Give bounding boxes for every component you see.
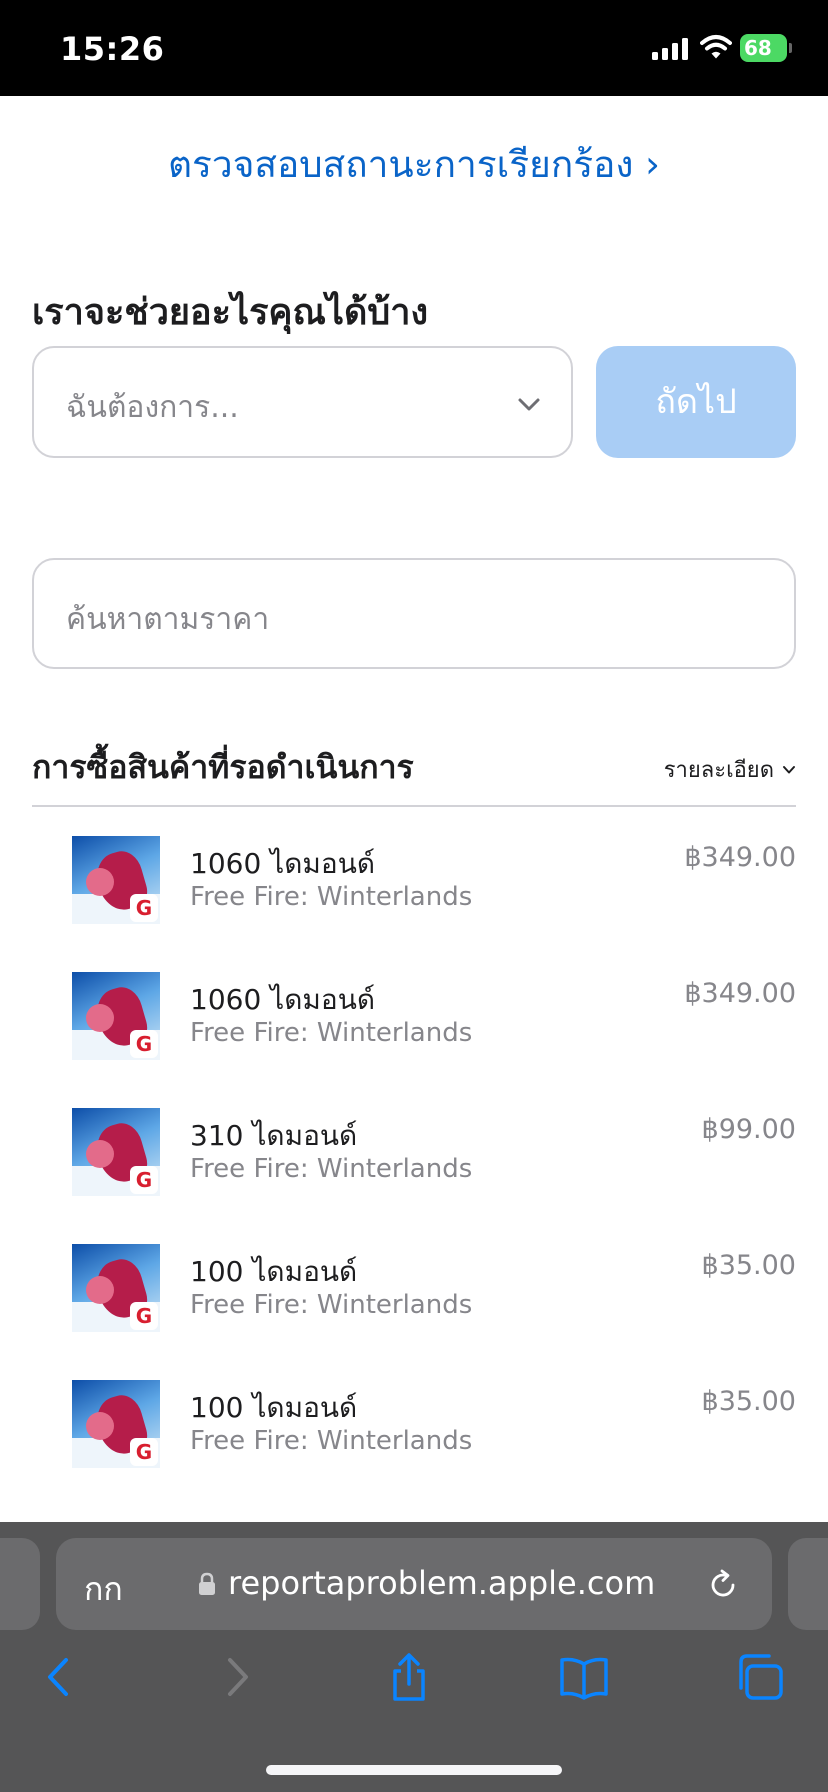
check-claim-status-link[interactable]: ตรวจสอบสถานะการเรียกร้อง › — [0, 135, 828, 194]
item-name: 1060 ไดมอนด์ — [190, 847, 376, 880]
details-label: รายละเอียด — [663, 758, 774, 783]
bookmarks-icon[interactable] — [559, 1652, 609, 1702]
purchase-row[interactable]: G 1060 ไดมอนด์ Free Fire: Winterlands ฿3… — [0, 972, 828, 1108]
forward-icon[interactable] — [212, 1652, 262, 1702]
item-app: Free Fire: Winterlands — [190, 1018, 473, 1048]
purchase-row[interactable]: G 1060 ไดมอนด์ Free Fire: Winterlands ฿3… — [0, 836, 828, 972]
item-name: 310 ไดมอนด์ — [190, 1119, 358, 1152]
text-size-button[interactable]: กก — [84, 1564, 123, 1615]
app-icon: G — [72, 1244, 160, 1332]
status-time: 15:26 — [60, 30, 165, 68]
chevron-down-icon — [783, 765, 795, 773]
item-price: ฿349.00 — [684, 842, 796, 873]
next-tab-preview[interactable] — [788, 1538, 828, 1630]
url-text: reportaproblem.apple.com — [228, 1564, 656, 1602]
item-price: ฿35.00 — [701, 1250, 796, 1281]
item-price: ฿349.00 — [684, 978, 796, 1009]
lock-icon — [199, 1572, 215, 1595]
item-name: 100 ไดมอนด์ — [190, 1255, 358, 1288]
tabs-icon[interactable] — [735, 1652, 785, 1702]
share-icon[interactable] — [384, 1652, 434, 1702]
reload-icon[interactable] — [706, 1568, 740, 1602]
purchase-row[interactable]: G 100 ไดมอนด์ Free Fire: Winterlands ฿35… — [0, 1244, 828, 1380]
purchase-row[interactable]: G 310 ไดมอนด์ Free Fire: Winterlands ฿99… — [0, 1108, 828, 1244]
app-icon: G — [72, 972, 160, 1060]
help-heading: เราจะช่วยอะไรคุณได้บ้าง — [32, 292, 429, 333]
price-search-placeholder: ค้นหาตามราคา — [66, 602, 270, 637]
address-bar[interactable]: กก reportaproblem.apple.com — [56, 1538, 772, 1630]
item-app: Free Fire: Winterlands — [190, 1426, 473, 1456]
item-app: Free Fire: Winterlands — [190, 1154, 473, 1184]
divider — [32, 805, 796, 807]
request-type-select[interactable]: ฉันต้องการ... — [32, 346, 573, 458]
price-search-input[interactable]: ค้นหาตามราคา — [32, 558, 796, 669]
cellular-signal-icon — [652, 38, 688, 60]
app-icon: G — [72, 1108, 160, 1196]
item-name: 1060 ไดมอนด์ — [190, 983, 376, 1016]
battery-charging-icon: 68 — [740, 34, 792, 62]
back-icon[interactable] — [34, 1652, 84, 1702]
pending-purchases-title: การซื้อสินค้าที่รอดำเนินการ — [32, 748, 414, 786]
chevron-down-icon — [518, 398, 540, 411]
details-dropdown[interactable]: รายละเอียด — [664, 752, 796, 787]
home-indicator — [266, 1765, 562, 1775]
item-app: Free Fire: Winterlands — [190, 882, 473, 912]
item-price: ฿35.00 — [701, 1386, 796, 1417]
select-placeholder: ฉันต้องการ... — [66, 390, 239, 425]
app-icon: G — [72, 836, 160, 924]
next-button[interactable]: ถัดไป — [596, 346, 796, 458]
previous-tab-preview[interactable] — [0, 1538, 40, 1630]
battery-level: 68 — [744, 36, 772, 60]
app-icon: G — [72, 1380, 160, 1468]
item-price: ฿99.00 — [701, 1114, 796, 1145]
purchase-list: G 1060 ไดมอนด์ Free Fire: Winterlands ฿3… — [0, 836, 828, 1516]
purchase-row[interactable]: G 100 ไดมอนด์ Free Fire: Winterlands ฿35… — [0, 1380, 828, 1516]
item-name: 100 ไดมอนด์ — [190, 1391, 358, 1424]
status-bar: 15:26 68 — [0, 0, 828, 96]
item-app: Free Fire: Winterlands — [190, 1290, 473, 1320]
wifi-icon — [700, 35, 732, 59]
